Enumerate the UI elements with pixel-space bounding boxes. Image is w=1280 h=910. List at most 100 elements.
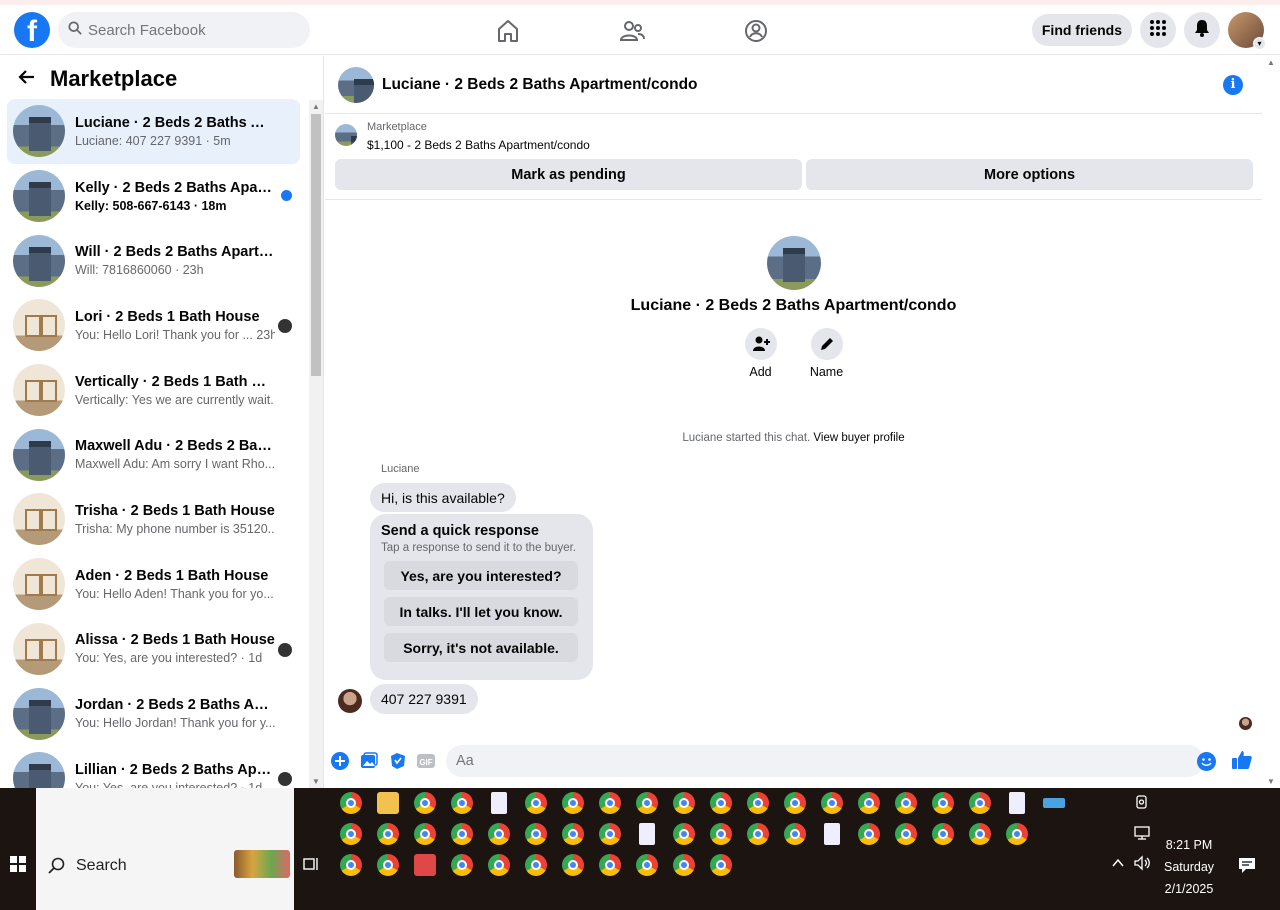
chrome-icon[interactable] — [969, 823, 991, 845]
gif-icon[interactable]: GIF — [417, 752, 437, 772]
chrome-icon[interactable] — [673, 854, 695, 876]
chrome-icon[interactable] — [562, 823, 584, 845]
network-icon[interactable] — [1134, 825, 1150, 844]
sticker-icon[interactable] — [389, 752, 409, 772]
chrome-icon[interactable] — [895, 792, 917, 814]
chrome-icon[interactable] — [340, 792, 362, 814]
chrome-icon[interactable] — [562, 792, 584, 814]
scroll-up-icon[interactable]: ▲ — [1267, 58, 1275, 67]
chrome-icon[interactable] — [895, 823, 917, 845]
find-friends-button[interactable]: Find friends — [1031, 14, 1132, 46]
conversation-item[interactable]: Aden · 2 Beds 1 Bath House You: Hello Ade… — [7, 552, 300, 617]
chrome-icon[interactable] — [340, 854, 362, 876]
plus-icon[interactable] — [331, 752, 351, 772]
more-options-button[interactable]: More options — [806, 159, 1253, 190]
sidebar-scrollbar[interactable]: ▲ ▼ — [309, 100, 323, 788]
conversation-item[interactable]: Luciane · 2 Beds 2 Baths Apart... Luciane… — [7, 99, 300, 164]
chrome-icon[interactable] — [525, 823, 547, 845]
chrome-icon[interactable] — [599, 854, 621, 876]
listing-avatar[interactable] — [338, 66, 374, 103]
conversation-item[interactable]: Lillian · 2 Beds 2 Baths Apart... You: Ye… — [7, 746, 300, 788]
chrome-icon[interactable] — [451, 792, 473, 814]
meet-now-icon[interactable] — [1134, 794, 1150, 813]
chrome-icon[interactable] — [858, 792, 880, 814]
chrome-icon[interactable] — [599, 792, 621, 814]
photo-icon[interactable] — [360, 752, 380, 772]
chrome-icon[interactable] — [636, 854, 658, 876]
notification-center-icon[interactable] — [1238, 856, 1256, 877]
chrome-icon[interactable] — [525, 854, 547, 876]
name-button[interactable]: Name — [810, 328, 844, 379]
chat-title[interactable]: Luciane · 2 Beds 2 Baths Apartment/condo — [382, 76, 698, 94]
emoji-icon[interactable] — [1197, 752, 1216, 771]
search-input[interactable] — [88, 21, 288, 39]
notepad-icon[interactable] — [1009, 792, 1025, 814]
home-icon[interactable] — [494, 17, 522, 45]
chrome-icon[interactable] — [932, 823, 954, 845]
chrome-icon[interactable] — [451, 823, 473, 845]
chrome-icon[interactable] — [969, 792, 991, 814]
chrome-icon[interactable] — [525, 792, 547, 814]
folder-icon[interactable] — [377, 792, 399, 814]
chrome-icon[interactable] — [488, 823, 510, 845]
conversation-item[interactable]: Jordan · 2 Beds 2 Baths Apartm... You: He… — [7, 681, 300, 746]
chrome-icon[interactable] — [414, 823, 436, 845]
notifications-button[interactable] — [1184, 12, 1220, 48]
view-buyer-profile-link[interactable]: View buyer profile — [813, 432, 904, 444]
quick-response-button[interactable]: In talks. I'll let you know. — [384, 597, 578, 626]
friends-icon[interactable] — [618, 17, 646, 45]
chrome-icon[interactable] — [710, 823, 732, 845]
chevron-up-icon[interactable] — [1111, 856, 1125, 873]
sender-avatar[interactable] — [338, 689, 362, 713]
chrome-icon[interactable] — [821, 792, 843, 814]
chrome-icon[interactable] — [710, 792, 732, 814]
conversation-item[interactable]: Trisha · 2 Beds 1 Bath House Trisha: My p… — [7, 487, 300, 552]
quick-response-button[interactable]: Yes, are you interested? — [384, 561, 578, 590]
account-avatar[interactable]: ▾ — [1228, 12, 1266, 50]
chat-scrollbar[interactable]: ▲ ▼ — [1262, 56, 1280, 788]
add-button[interactable]: Add — [744, 328, 778, 379]
volume-icon[interactable] — [1133, 855, 1151, 874]
back-arrow-icon[interactable] — [18, 68, 36, 91]
chrome-icon[interactable] — [414, 792, 436, 814]
scroll-down-icon[interactable]: ▼ — [312, 777, 320, 786]
mark-as-pending-button[interactable]: Mark as pending — [335, 159, 802, 190]
chrome-icon[interactable] — [599, 823, 621, 845]
conversation-item[interactable]: Will · 2 Beds 2 Baths Apartment... Will: … — [7, 228, 300, 293]
scroll-down-icon[interactable]: ▼ — [1267, 777, 1275, 786]
conversation-item[interactable]: Kelly · 2 Beds 2 Baths Apartm... Kelly: 5… — [7, 164, 300, 229]
facebook-logo[interactable]: f — [14, 12, 50, 48]
chrome-icon[interactable] — [784, 792, 806, 814]
taskbar-search[interactable]: Search — [36, 788, 294, 910]
task-view-icon[interactable] — [303, 856, 319, 875]
chrome-icon[interactable] — [673, 823, 695, 845]
anydesk-icon[interactable] — [414, 854, 436, 876]
chrome-icon[interactable] — [784, 823, 806, 845]
document-icon[interactable] — [824, 823, 840, 845]
chrome-icon[interactable] — [858, 823, 880, 845]
chrome-icon[interactable] — [451, 854, 473, 876]
chrome-icon[interactable] — [673, 792, 695, 814]
chrome-icon[interactable] — [710, 854, 732, 876]
chrome-icon[interactable] — [1006, 823, 1028, 845]
chrome-icon[interactable] — [747, 823, 769, 845]
conversation-item[interactable]: Lori · 2 Beds 1 Bath House You: Hello Lor… — [7, 293, 300, 358]
chrome-icon[interactable] — [636, 792, 658, 814]
document-icon[interactable] — [491, 792, 507, 814]
conversation-item[interactable]: Alissa · 2 Beds 1 Bath House You: Yes, ar… — [7, 617, 300, 682]
thumbs-up-icon[interactable] — [1231, 749, 1253, 776]
listing-price[interactable]: $1,100 - 2 Beds 2 Baths Apartment/condo — [367, 138, 590, 152]
document-icon[interactable] — [639, 823, 655, 845]
groups-icon[interactable] — [742, 17, 770, 45]
quick-response-button[interactable]: Sorry, it's not available. — [384, 633, 578, 662]
chrome-icon[interactable] — [377, 854, 399, 876]
keyboard-icon[interactable] — [1043, 798, 1065, 808]
scroll-up-icon[interactable]: ▲ — [312, 102, 320, 111]
chrome-icon[interactable] — [377, 823, 399, 845]
chrome-icon[interactable] — [488, 854, 510, 876]
conversation-item[interactable]: Maxwell Adu · 2 Beds 2 Baths A... Maxwell… — [7, 422, 300, 487]
chrome-icon[interactable] — [562, 854, 584, 876]
chrome-icon[interactable] — [340, 823, 362, 845]
menu-grid-button[interactable] — [1140, 12, 1176, 48]
windows-start-icon[interactable] — [10, 856, 26, 877]
